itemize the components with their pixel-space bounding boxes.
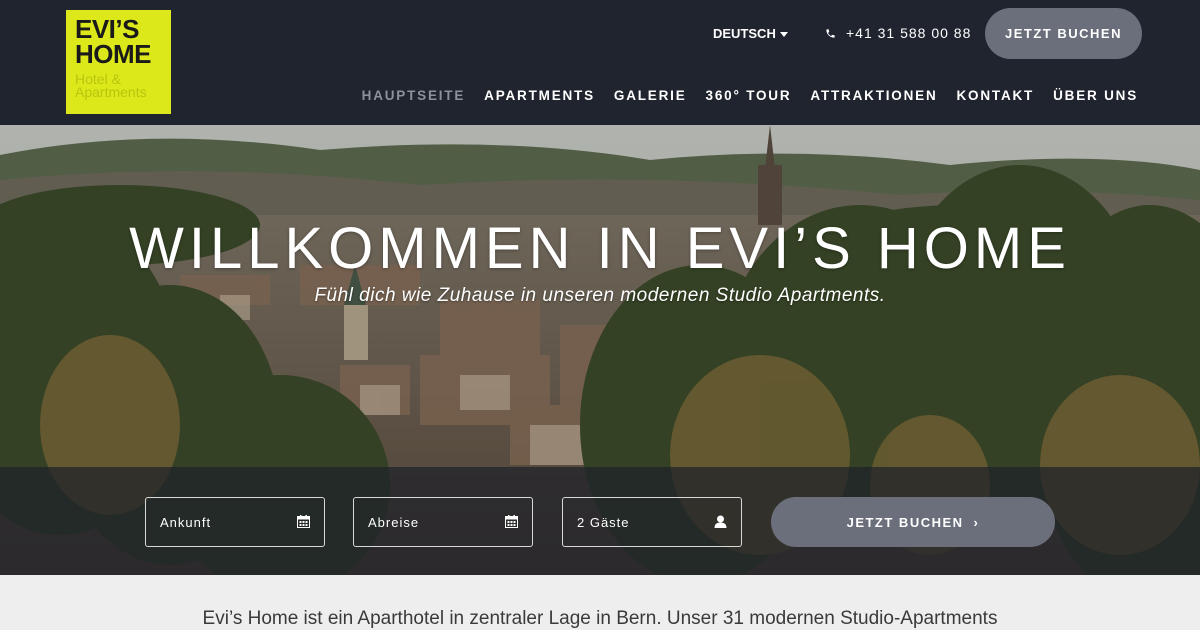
- nav-item-apartments[interactable]: APARTMENTS: [484, 88, 595, 103]
- language-selector[interactable]: DEUTSCH: [713, 26, 788, 41]
- language-label: DEUTSCH: [713, 26, 776, 41]
- nav-item-360-tour[interactable]: 360° TOUR: [706, 88, 792, 103]
- caret-down-icon: [779, 31, 788, 37]
- phone-number: +41 31 588 00 88: [846, 25, 972, 41]
- calendar-icon: [297, 515, 310, 528]
- intro-text: Evi’s Home ist ein Aparthotel in zentral…: [202, 608, 998, 629]
- logo[interactable]: EVI’S HOME Hotel & Apartments: [66, 10, 171, 114]
- nav-item-hauptseite[interactable]: HAUPTSEITE: [362, 88, 466, 103]
- nav-item-galerie[interactable]: GALERIE: [614, 88, 687, 103]
- nav-item-kontakt[interactable]: KONTAKT: [957, 88, 1035, 103]
- hero-title: WILLKOMMEN IN EVI’S HOME: [129, 216, 1071, 281]
- hero-section: WILLKOMMEN IN EVI’S HOME Fühl dich wie Z…: [0, 125, 1200, 575]
- nav-item-ueber-uns[interactable]: ÜBER UNS: [1053, 88, 1138, 103]
- arrival-date-field[interactable]: Ankunft: [145, 497, 325, 547]
- guests-value: 2 Gäste: [577, 514, 630, 530]
- logo-title: EVI’S HOME: [75, 14, 152, 69]
- departure-date-field[interactable]: Abreise: [353, 497, 533, 547]
- guests-field[interactable]: 2 Gäste: [562, 497, 742, 547]
- site-header: EVI’S HOME Hotel & Apartments DEUTSCH +4…: [0, 0, 1200, 125]
- phone-link[interactable]: +41 31 588 00 88: [825, 25, 971, 41]
- calendar-icon: [505, 515, 518, 528]
- main-nav: HAUPTSEITE APARTMENTS GALERIE 360° TOUR …: [362, 88, 1138, 103]
- book-now-button[interactable]: JETZT BUCHEN ›: [771, 497, 1055, 547]
- booking-bar: Ankunft Abreise 2 Gäste JETZT BUCHEN ›: [0, 467, 1200, 575]
- phone-icon: [826, 28, 835, 38]
- hero-subtitle: Fühl dich wie Zuhause in unseren moderne…: [314, 285, 886, 306]
- user-icon: [714, 515, 727, 528]
- book-now-header-button[interactable]: JETZT BUCHEN: [985, 8, 1142, 59]
- arrival-placeholder: Ankunft: [160, 514, 212, 530]
- chevron-right-icon: ›: [973, 514, 980, 530]
- logo-subtitle: Hotel & Apartments: [75, 71, 147, 100]
- departure-placeholder: Abreise: [368, 514, 420, 530]
- nav-item-attraktionen[interactable]: ATTRAKTIONEN: [810, 88, 937, 103]
- book-now-label: JETZT BUCHEN: [846, 514, 964, 530]
